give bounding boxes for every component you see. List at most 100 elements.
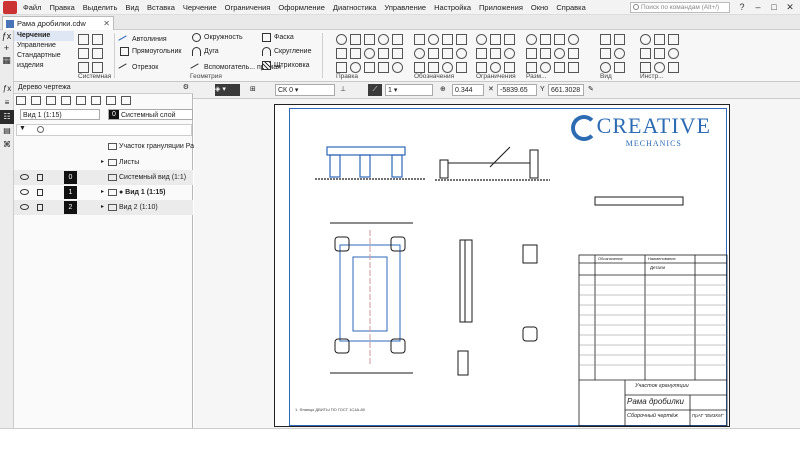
menu-diagnostics[interactable]: Диагностика: [329, 3, 380, 12]
ribbon-tool-icon[interactable]: [554, 34, 565, 45]
ribbon-tool-icon[interactable]: [568, 62, 579, 73]
tree-settings-icon[interactable]: ⚙: [183, 82, 189, 94]
ribbon-tool-icon[interactable]: [614, 48, 625, 59]
menu-file[interactable]: Файл: [19, 3, 45, 12]
tree-expand-icon[interactable]: [106, 96, 116, 105]
menu-constraints[interactable]: Ограничения: [221, 3, 275, 12]
ribbon-tool-icon[interactable]: [428, 34, 439, 45]
help-icon[interactable]: ?: [734, 0, 750, 15]
ortho-mode-button[interactable]: ⟋: [368, 84, 382, 96]
function-icon[interactable]: ƒx: [0, 30, 13, 42]
undo-icon[interactable]: [78, 62, 89, 73]
ribbon-tool-icon[interactable]: [654, 62, 665, 73]
ribbon-tool-icon[interactable]: [456, 48, 467, 59]
ribbon-tool-icon[interactable]: [392, 62, 403, 73]
pen-icon[interactable]: ✎: [588, 84, 594, 96]
ribbon-tool-icon[interactable]: [614, 62, 625, 73]
ribbon-tool-icon[interactable]: [476, 62, 487, 73]
ribbon-tool-icon[interactable]: [364, 34, 375, 45]
close-tab-icon[interactable]: ✕: [103, 17, 110, 30]
view-select[interactable]: Вид 1 (1:15): [20, 109, 100, 120]
ribbon-tool-icon[interactable]: [640, 62, 651, 73]
tree-filter-icon[interactable]: [91, 96, 101, 105]
command-search-input[interactable]: Поиск по командам (Alt+/): [630, 2, 730, 13]
ribbon-tool-icon[interactable]: [568, 48, 579, 59]
tree-row-view-1[interactable]: 1 ▸ ● Вид 1 (1:15): [14, 185, 193, 200]
ribbon-tool-icon[interactable]: [600, 48, 611, 59]
ribbon-tool-icon[interactable]: [350, 48, 361, 59]
filter-icon[interactable]: ▼: [19, 125, 26, 132]
ribbon-tool-icon[interactable]: [490, 62, 501, 73]
ribbon-tool-icon[interactable]: [428, 48, 439, 59]
ribbon-tool-icon[interactable]: [378, 34, 389, 45]
ribbon-tool-icon[interactable]: [504, 48, 515, 59]
menu-edit[interactable]: Правка: [45, 3, 78, 12]
ribbon-tool-icon[interactable]: [668, 34, 679, 45]
print-icon[interactable]: [92, 48, 103, 59]
expand-arrow-icon[interactable]: ▸: [101, 200, 104, 215]
ribbon-tool-icon[interactable]: [600, 34, 611, 45]
autoline-button[interactable]: Автолиния: [118, 33, 167, 48]
menu-help[interactable]: Справка: [552, 3, 589, 12]
snap-toggle-button[interactable]: ◈ ▾: [215, 84, 240, 96]
zoom-icon[interactable]: ⊕: [440, 84, 446, 96]
menu-manage[interactable]: Управление: [380, 3, 430, 12]
ribbon-tool-icon[interactable]: [554, 48, 565, 59]
ribbon-tool-icon[interactable]: [392, 48, 403, 59]
ribbon-tool-icon[interactable]: [378, 62, 389, 73]
ribbon-tool-icon[interactable]: [504, 62, 515, 73]
visibility-eye-icon[interactable]: [20, 204, 29, 210]
minimize-button[interactable]: –: [750, 0, 766, 15]
ribbon-tool-icon[interactable]: [456, 34, 467, 45]
ribbon-tool-icon[interactable]: [442, 34, 453, 45]
redo-icon[interactable]: [92, 62, 103, 73]
menu-view[interactable]: Вид: [121, 3, 143, 12]
x-coordinate-field[interactable]: -5839.65: [497, 84, 537, 96]
menu-insert[interactable]: Вставка: [143, 3, 179, 12]
ribbon-tool-icon[interactable]: [640, 48, 651, 59]
ribbon-tool-icon[interactable]: [504, 34, 515, 45]
ribbon-tool-icon[interactable]: [476, 34, 487, 45]
ribbon-tool-icon[interactable]: [350, 62, 361, 73]
ribbon-tool-icon[interactable]: [640, 34, 651, 45]
ribbon-tool-icon[interactable]: [540, 48, 551, 59]
ribbon-tool-icon[interactable]: [364, 48, 375, 59]
tree-layers-icon[interactable]: [31, 96, 41, 105]
drawing-canvas[interactable]: CREATIVE MECHANICS Детали Обозначение На…: [194, 99, 800, 428]
visibility-eye-icon[interactable]: [20, 174, 29, 180]
ribbon-tool-icon[interactable]: [540, 34, 551, 45]
ribbon-tool-icon[interactable]: [428, 62, 439, 73]
ribbon-tool-icon[interactable]: [414, 48, 425, 59]
ribbon-tool-icon[interactable]: [526, 34, 537, 45]
tree-sheet-icon[interactable]: [76, 96, 86, 105]
visibility-eye-icon[interactable]: [20, 189, 29, 195]
ribbon-tool-icon[interactable]: [476, 48, 487, 59]
ribbon-tool-icon[interactable]: [654, 48, 665, 59]
tree-table-icon[interactable]: [61, 96, 71, 105]
tree-search-input[interactable]: ▼: [16, 124, 192, 136]
ribbon-tool-icon[interactable]: [614, 34, 625, 45]
ribbon-tool-icon[interactable]: [456, 62, 467, 73]
y-coordinate-field[interactable]: 661.3028: [548, 84, 584, 96]
ribbon-tool-icon[interactable]: [654, 34, 665, 45]
grid-icon[interactable]: ▦: [0, 54, 13, 66]
save-icon[interactable]: [78, 48, 89, 59]
expand-arrow-icon[interactable]: ▸: [101, 185, 104, 200]
ribbon-tool-icon[interactable]: [364, 62, 375, 73]
tree-image-icon[interactable]: [46, 96, 56, 105]
menu-drawing[interactable]: Черчение: [179, 3, 221, 12]
fillet-button[interactable]: Скругление: [262, 47, 311, 56]
expand-arrow-icon[interactable]: ▸: [101, 155, 104, 170]
layer-select[interactable]: 1 ▾: [385, 84, 433, 96]
open-icon[interactable]: [92, 34, 103, 45]
layer-select-tree[interactable]: 0 Системный слой: [108, 109, 193, 120]
tree-row-project[interactable]: Участок грануляции Ра: [14, 139, 194, 154]
scale-field[interactable]: 0.344: [452, 84, 484, 96]
tree-collapse-icon[interactable]: [121, 96, 131, 105]
coordinate-system-select[interactable]: СК 0 ▾: [275, 84, 335, 96]
lock-icon[interactable]: [37, 189, 43, 196]
tree-row-system-view[interactable]: 0 Системный вид (1:1): [14, 170, 193, 185]
ribbon-tool-icon[interactable]: [442, 62, 453, 73]
ribbon-tool-icon[interactable]: [414, 34, 425, 45]
mode-standard-parts[interactable]: Стандартные: [14, 51, 74, 61]
